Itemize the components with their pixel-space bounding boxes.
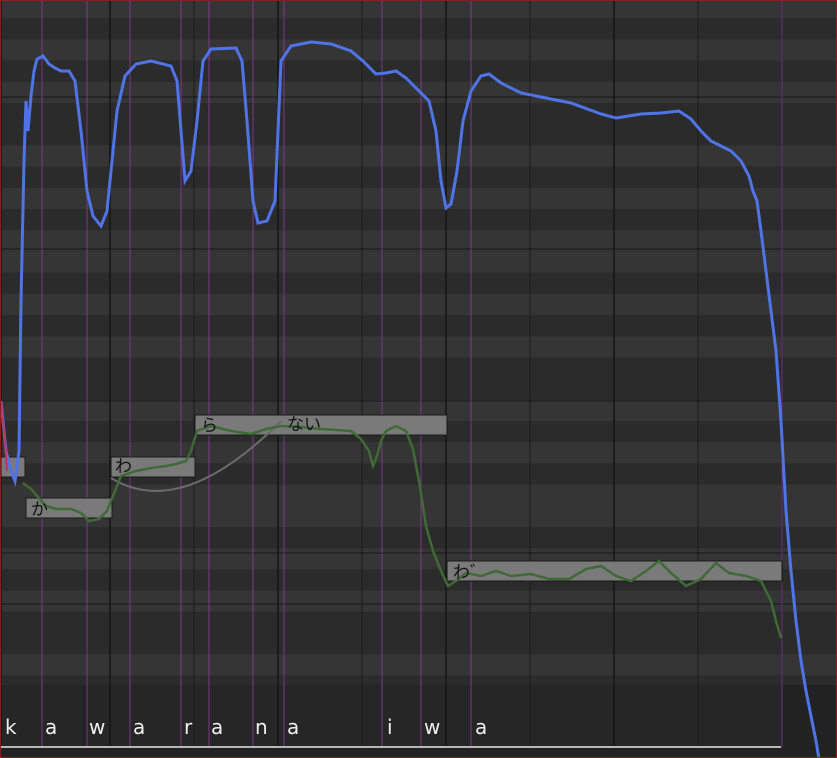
phoneme-label: a xyxy=(133,715,146,739)
key-row xyxy=(1,251,836,273)
phoneme-label: a xyxy=(211,715,224,739)
key-row xyxy=(1,230,836,252)
key-row xyxy=(1,187,836,209)
phoneme-label: k xyxy=(5,715,17,739)
key-row xyxy=(1,633,836,655)
phoneme-label: a xyxy=(45,715,58,739)
key-row xyxy=(1,505,836,527)
note-lyric: わ゛ xyxy=(453,563,487,583)
key-row xyxy=(1,1,836,19)
phoneme-label: r xyxy=(184,715,193,739)
phoneme-label: w xyxy=(89,715,106,739)
phoneme-label: i xyxy=(387,715,393,739)
key-row xyxy=(1,336,836,358)
note-lyric: か xyxy=(31,500,48,520)
key-row xyxy=(1,39,836,61)
key-row xyxy=(1,378,836,400)
key-row xyxy=(1,357,836,379)
piano-roll-grid xyxy=(1,1,836,757)
phoneme-track-cell xyxy=(419,685,783,747)
note-lyric: ない xyxy=(287,415,321,435)
key-row xyxy=(1,18,836,40)
phoneme-label: a xyxy=(475,715,488,739)
phoneme-track-cell xyxy=(255,685,419,747)
key-row xyxy=(1,611,836,633)
key-row xyxy=(1,315,836,337)
phoneme-label: w xyxy=(424,715,441,739)
key-row xyxy=(1,60,836,82)
key-row xyxy=(1,103,836,125)
key-row xyxy=(1,272,836,294)
piano-roll-editor[interactable]: か わ ら ない わ゛ k a w a r a n a i w a xyxy=(0,0,837,758)
key-row xyxy=(1,590,836,612)
phoneme-label: a xyxy=(287,715,300,739)
key-row xyxy=(1,654,836,676)
note-lyric: わ xyxy=(115,457,132,477)
phoneme-label: n xyxy=(255,715,268,739)
key-row xyxy=(1,209,836,231)
key-row xyxy=(1,527,836,549)
note-lyric: ら xyxy=(201,416,218,436)
key-row xyxy=(1,166,836,188)
key-row xyxy=(1,293,836,315)
key-row xyxy=(1,145,836,167)
